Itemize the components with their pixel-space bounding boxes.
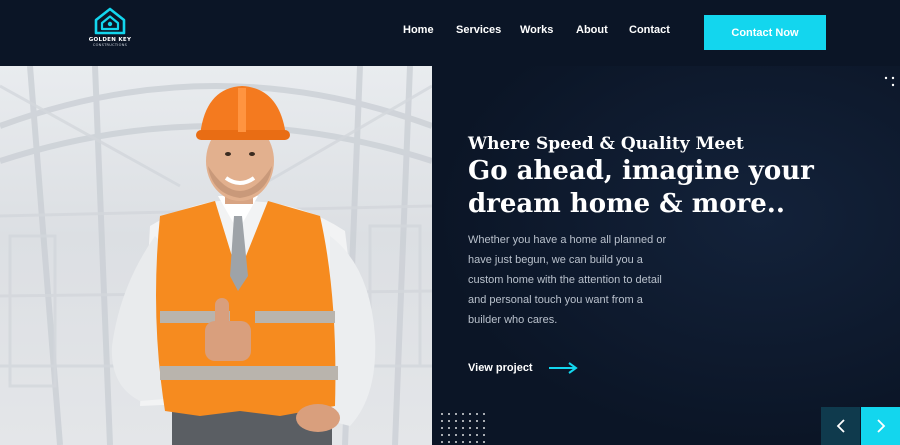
worker-illustration (0, 66, 432, 445)
nav-item-services[interactable]: Services (456, 24, 501, 36)
hero-headline: Go ahead, imagine your dream home & more… (468, 156, 814, 219)
chevron-left-icon (836, 419, 845, 433)
view-project-link[interactable]: View project (468, 360, 578, 376)
view-project-label: View project (468, 362, 533, 374)
contact-now-button[interactable]: Contact Now (704, 15, 826, 50)
hero-description: Whether you have a home all planned or h… (468, 234, 667, 326)
slider-next-button[interactable] (861, 407, 900, 445)
hero-image (0, 66, 432, 445)
nav-item-home[interactable]: Home (403, 24, 434, 36)
brand-tagline: CONSTRUCTIONS (92, 43, 128, 47)
nav-item-works[interactable]: Works (520, 24, 553, 36)
house-key-logo-icon (94, 7, 126, 35)
hero-tagline: Where Speed & Quality Meet (468, 134, 744, 154)
nav-item-about[interactable]: About (576, 24, 608, 36)
brand-logo[interactable]: GOLDEN KEY CONSTRUCTIONS (86, 6, 134, 58)
slider-prev-button[interactable] (821, 407, 860, 445)
decorative-dots (884, 76, 895, 87)
arrow-right-icon (548, 362, 578, 374)
site-header: GOLDEN KEY CONSTRUCTIONS Home Services W… (0, 0, 900, 66)
decorative-dot-grid (441, 413, 485, 443)
nav-item-contact[interactable]: Contact (629, 24, 670, 36)
chevron-right-icon (876, 419, 885, 433)
